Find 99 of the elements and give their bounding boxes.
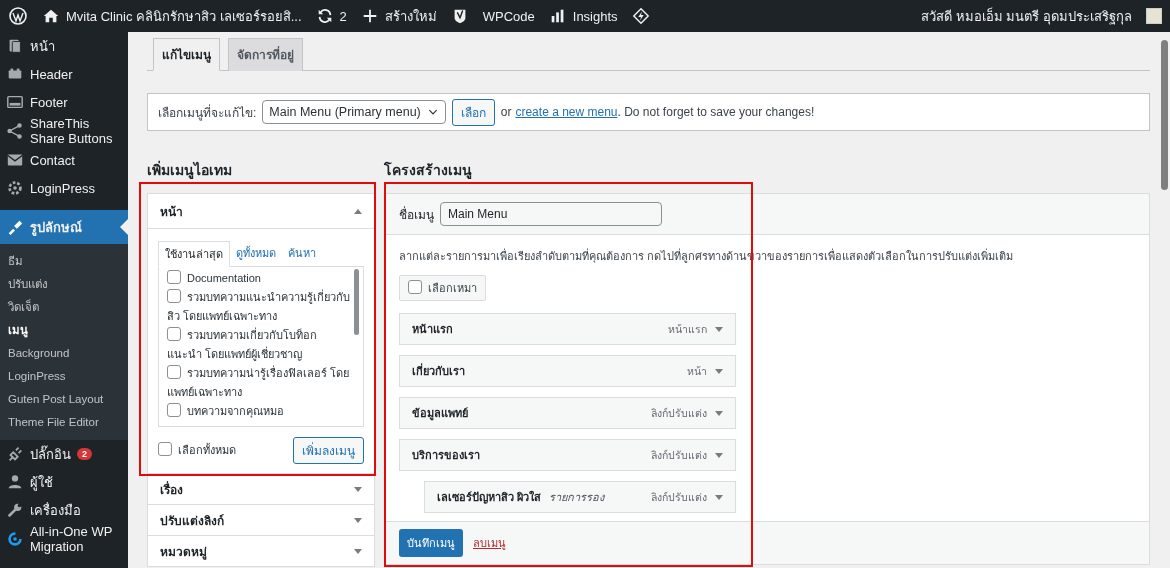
- plug-icon: [6, 445, 24, 463]
- accordion-header[interactable]: เรื่อง: [148, 473, 374, 504]
- sidebar-item[interactable]: LoginPress: [0, 174, 128, 202]
- sidebar-item[interactable]: Footer: [0, 88, 128, 116]
- checkbox[interactable]: [158, 442, 172, 456]
- caret-icon: [354, 208, 362, 214]
- menu-item-type: ลิงก์ปรับแต่ง: [651, 489, 707, 505]
- save-menu-button[interactable]: บันทึกเมนู: [399, 529, 463, 557]
- menu-item[interactable]: หน้าแรก หน้าแรก: [399, 313, 736, 345]
- sidebar-item[interactable]: All-in-One WP Migration: [0, 524, 128, 554]
- menu-item-title: ข้อมูลแพทย์: [412, 406, 468, 422]
- caret-icon[interactable]: [715, 326, 723, 332]
- accordion-header[interactable]: หมวดหมู่: [148, 535, 374, 566]
- caret-icon: [354, 517, 362, 523]
- wrench-icon: [6, 501, 24, 519]
- user-icon: [6, 473, 24, 491]
- scrollbar-thumb[interactable]: [354, 269, 359, 335]
- submenu-item[interactable]: Theme File Editor: [0, 411, 128, 434]
- sidebar-item[interactable]: รูปลักษณ์: [0, 210, 128, 244]
- user-greeting[interactable]: สวัสดี หมอเอ็ม มนตรี อุดมประเสริฐกุล: [921, 5, 1132, 27]
- migration-icon: [6, 530, 24, 548]
- submenu-item[interactable]: Guten Post Layout: [0, 388, 128, 411]
- bulk-select-button[interactable]: เลือกเหมา: [399, 275, 486, 301]
- field-label: เลือกเมนูที่จะแก้ไข:: [158, 103, 257, 122]
- new-content-link[interactable]: สร้างใหม่: [384, 5, 437, 27]
- accordion-header[interactable]: หน้า: [148, 194, 374, 229]
- accordion-header[interactable]: ปรับแต่งลิงก์: [148, 504, 374, 535]
- menu-item-type: ลิงก์ปรับแต่ง: [651, 405, 707, 421]
- submenu-item[interactable]: Background: [0, 342, 128, 365]
- checkbox[interactable]: [167, 365, 181, 379]
- select-button[interactable]: เลือก: [451, 98, 495, 126]
- caret-icon[interactable]: [715, 452, 723, 458]
- sidebar-item[interactable]: ShareThis Share Buttons: [0, 116, 128, 146]
- menu-item-title: เกี่ยวกับเรา: [412, 362, 465, 379]
- nav-tab[interactable]: จัดการที่อยู่: [228, 38, 303, 71]
- diamond-icon: [631, 7, 650, 25]
- add-to-menu-button[interactable]: เพิ่มลงเมนู: [293, 437, 364, 464]
- checkbox[interactable]: [167, 289, 181, 303]
- insights-link[interactable]: Insights: [572, 8, 618, 24]
- submenu-item[interactable]: ปรับแต่ง: [0, 273, 128, 296]
- share-icon: [6, 122, 24, 140]
- menu-item[interactable]: เลเซอร์ปัญหาสิว ผิวใส รายการรอง ลิงก์ปรับแต่ง: [424, 481, 736, 513]
- caret-icon: [354, 486, 362, 492]
- sidebar-item[interactable]: ปลั๊กอิน 2: [0, 440, 128, 468]
- filter-tab[interactable]: ใช้งานล่าสุด: [158, 241, 230, 267]
- field-label: ชื่อเมนู: [399, 205, 434, 224]
- submenu-item[interactable]: วิดเจ็ต: [0, 296, 128, 319]
- caret-icon[interactable]: [715, 494, 723, 500]
- sidebar-item[interactable]: หน้า: [0, 32, 128, 60]
- or-text: or: [500, 105, 512, 119]
- page-option[interactable]: รวมบทความแนะนำความรู้เกี่ยวกับสิว โดยแพทย์เฉพาะทาง: [167, 288, 354, 326]
- menu-item-type: หน้า: [687, 363, 707, 379]
- checkbox[interactable]: [167, 270, 181, 284]
- footer-icon: [6, 93, 24, 111]
- menu-item[interactable]: เกี่ยวกับเรา หน้า: [399, 355, 736, 387]
- gear-icon: [6, 179, 24, 197]
- create-menu-link[interactable]: create a new menu: [515, 105, 618, 119]
- submenu-item[interactable]: เมนู: [0, 319, 128, 342]
- site-name-link[interactable]: Mvita Clinic คลินิกรักษาสิว เลเซอร์รอยสิ...: [66, 5, 302, 27]
- select-all-option[interactable]: เลือกทั้งหมด: [158, 441, 236, 460]
- updates-count[interactable]: 2: [339, 8, 347, 24]
- save-reminder-text: . Do not forget to save your changes!: [617, 105, 815, 119]
- sidebar-item[interactable]: เครื่องมือ: [0, 496, 128, 524]
- checkbox[interactable]: [167, 403, 181, 417]
- page-option[interactable]: รวมบทความเกี่ยวกับโบท็อก แนะนำ โดยแพทย์ผู้เชี่ยวชาญ: [167, 326, 354, 364]
- sub-item-label: รายการรอง: [549, 490, 605, 505]
- caret-icon: [354, 548, 362, 554]
- sidebar-item[interactable]: Header: [0, 60, 128, 88]
- home-icon: [42, 7, 60, 25]
- menu-item-type: หน้าแรก: [668, 321, 707, 337]
- page-option[interactable]: Documentation: [167, 269, 354, 288]
- wpcode-link[interactable]: WPCode: [482, 8, 535, 24]
- menu-item-title: หน้าแรก: [412, 322, 453, 337]
- section-heading: เพิ่มเมนูไอเทม: [147, 159, 233, 181]
- menu-item[interactable]: บริการของเรา ลิงก์ปรับแต่ง: [399, 439, 736, 471]
- menu-dropdown[interactable]: Main Menu (Primary menu): [262, 100, 446, 124]
- sidebar-item[interactable]: Contact: [0, 146, 128, 174]
- caret-icon[interactable]: [715, 368, 723, 374]
- menu-item-title: เลเซอร์ปัญหาสิว ผิวใส: [437, 489, 542, 506]
- menu-item-type: ลิงก์ปรับแต่ง: [651, 447, 707, 463]
- submenu-item[interactable]: ธีม: [0, 250, 128, 273]
- delete-menu-link[interactable]: ลบเมนู: [473, 534, 506, 552]
- section-heading: โครงสร้างเมนู: [384, 160, 473, 181]
- menu-item[interactable]: ข้อมูลแพทย์ ลิงก์ปรับแต่ง: [399, 397, 736, 429]
- menu-name-field[interactable]: Main Menu: [440, 202, 662, 226]
- update-badge: 2: [77, 448, 92, 460]
- filter-tab[interactable]: ค้นหา: [282, 241, 322, 266]
- filter-tab[interactable]: ดูทั้งหมด: [230, 241, 282, 266]
- page-option[interactable]: บทความจากคุณหมอ: [167, 402, 354, 421]
- page-option[interactable]: รวมบทความน่ารู้เรื่องฟิลเลอร์ โดย แพทย์เฉพาะทาง: [167, 364, 354, 402]
- submenu-item[interactable]: LoginPress: [0, 365, 128, 388]
- checkbox[interactable]: [408, 280, 422, 294]
- menu-item-title: บริการของเรา: [412, 448, 480, 463]
- wordpress-logo-icon: [8, 6, 28, 26]
- checkbox[interactable]: [167, 327, 181, 341]
- sidebar-item[interactable]: ผู้ใช้: [0, 468, 128, 496]
- nav-tab[interactable]: แก้ไขเมนู: [153, 38, 220, 71]
- caret-icon[interactable]: [715, 410, 723, 416]
- brush-icon: [6, 218, 24, 236]
